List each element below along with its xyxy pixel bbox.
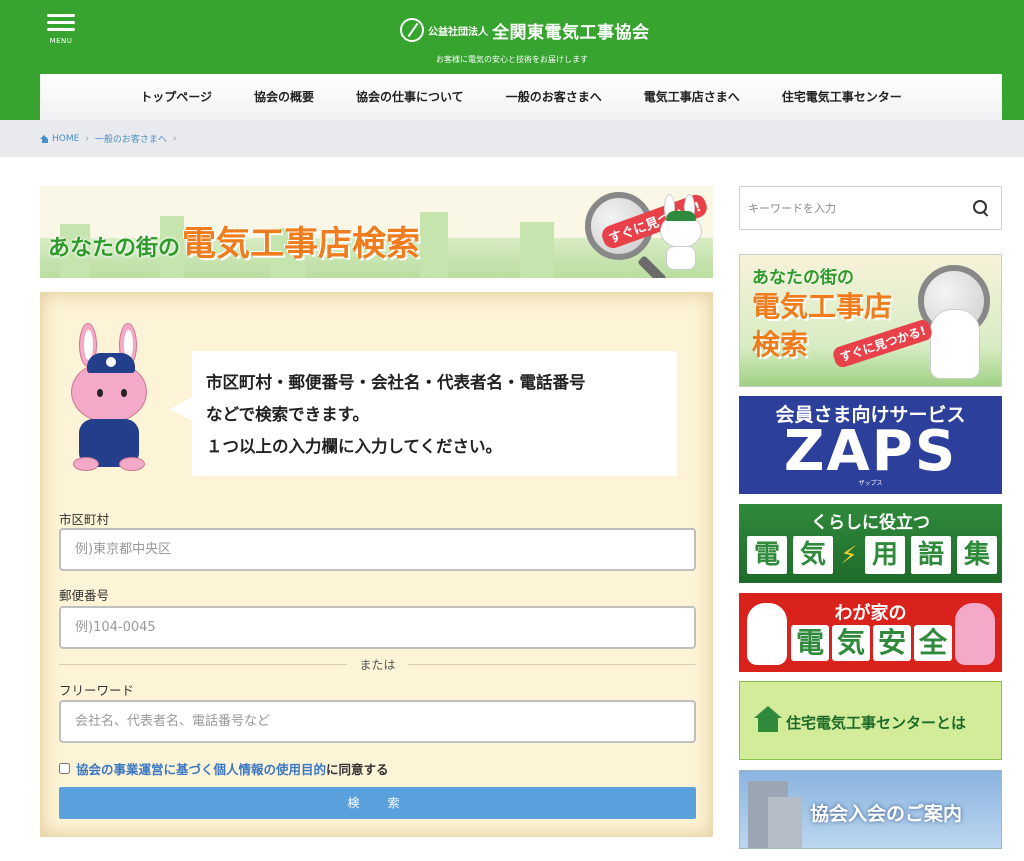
instruction-speech-bubble: 市区町村・郵便番号・会社名・代表者名・電話番号 などで検索できます。 １つ以上の… [170,351,677,476]
or-label-text: または [347,658,408,672]
zip-input[interactable] [59,606,696,649]
site-tagline: お客様に電気の安心と技術をお届けします [436,55,588,64]
sidebar-search-input[interactable] [740,187,960,229]
nav-item-contractors[interactable]: 電気工事店さまへ [623,74,761,120]
global-nav: トップページ 協会の概要 協会の仕事について 一般のお客さまへ 電気工事店さまへ… [40,74,1002,120]
breadcrumb-home[interactable]: HOME [52,134,79,144]
sb3-char: 電 [747,536,787,574]
rabbit-foot [119,457,145,471]
privacy-agreement: 協会の事業運営に基づく個人情報の使用目的 に同意する [59,759,389,778]
sidebar-banner-zaps[interactable]: 会員さま向けサービス ZAPS ザップス [739,396,1002,494]
sidebar-banner-glossary[interactable]: くらしに役立つ 電 気 ⚡ 用 語 集 [739,504,1002,583]
banner-title-small: あなたの街の [48,236,181,261]
search-icon[interactable] [973,200,989,216]
sb1-badge: すぐに見つかる! [831,317,935,370]
rabbit-body [666,246,696,270]
sb4-subtitle: わが家の [834,603,907,624]
hamburger-menu-button[interactable]: MENU [44,8,78,52]
hamburger-icon-bar [47,28,75,31]
sb1-line-3: 検索 [752,328,809,361]
rabbit-eye [121,389,127,397]
sidebar-banner-membership[interactable]: 協会入会のご案内 [739,770,1002,849]
logo-org-name: 全関東電気工事協会 [492,22,650,43]
privacy-agree-checkbox[interactable] [59,763,70,774]
rabbit-mascot-image [652,194,708,270]
sidebar-banner-housing-center[interactable]: 住宅電気工事センターとは [739,681,1002,760]
white-rabbit-image [747,603,787,665]
rabbit-mascot-image [930,309,980,379]
sb2-title: ZAPS [783,419,958,484]
shop-search-banner: あなたの街の 電気工事店検索 すぐに見つかる! [40,186,713,278]
rabbit-cap-badge [106,357,116,367]
sb3-title-blocks: 電 気 ⚡ 用 語 集 [747,536,997,574]
freeword-input[interactable] [59,700,696,743]
instruction-line-1: 市区町村・郵便番号・会社名・代表者名・電話番号 [206,373,586,392]
menu-label: MENU [49,37,73,45]
breadcrumb-current[interactable]: 一般のお客さまへ [95,132,167,145]
sb4-char: 全 [914,625,952,661]
nav-item-top[interactable]: トップページ [119,74,233,120]
logo-org-type: 公益社団法人 [428,26,488,38]
sb6-title: 協会入会のご案内 [810,803,963,825]
sb3-char: 語 [911,536,951,574]
hamburger-icon-bar [47,21,75,24]
breadcrumb-separator: › [172,133,177,144]
nav-item-about[interactable]: 協会の概要 [233,74,335,120]
nav-item-housing-center[interactable]: 住宅電気工事センター [761,74,923,120]
banner-title-big: 電気工事店検索 [182,224,421,264]
logo-mark-icon [400,18,424,42]
sidebar-banner-home-safety[interactable]: わが家の 電 気 安 全 [739,593,1002,672]
instruction-text: 市区町村・郵便番号・会社名・代表者名・電話番号 などで検索できます。 １つ以上の… [206,367,586,463]
banner-building [420,212,448,278]
sb4-title-blocks: 電 気 安 全 [791,625,952,661]
sidebar-search-box [739,186,1002,230]
building-image [768,797,802,848]
sb5-title: 住宅電気工事センターとは [786,714,967,732]
rabbit-foot [73,457,99,471]
or-label: または [41,656,714,673]
home-icon [40,134,49,143]
privacy-agree-text: に同意する [326,762,389,777]
privacy-policy-link[interactable]: 協会の事業運営に基づく個人情報の使用目的 [76,759,326,778]
city-input[interactable] [59,528,696,571]
pink-rabbit-image [955,603,995,665]
banner-title: あなたの街の 電気工事店検索 [48,216,420,265]
sb4-char: 気 [832,625,870,661]
city-label: 市区町村 [59,512,110,527]
sb3-char: 集 [957,536,997,574]
sb1-line-2: 電気工事店 [752,290,893,323]
site-logo[interactable]: 公益社団法人 全関東電気工事協会 [400,16,650,44]
freeword-label: フリーワード [59,683,135,698]
instruction-line-3: １つ以上の入力欄に入力してください。 [206,437,503,456]
breadcrumb: HOME › 一般のお客さまへ › [40,132,183,145]
breadcrumb-separator: › [85,133,89,144]
sidebar-banner-shop-search[interactable]: あなたの街の 電気工事店 検索 すぐに見つかる! [739,254,1002,387]
zip-label: 郵便番号 [59,588,110,603]
nav-item-general[interactable]: 一般のお客さまへ [485,74,623,120]
search-form-panel: 市区町村・郵便番号・会社名・代表者名・電話番号 などで検索できます。 １つ以上の… [40,292,713,837]
sb2-reading: ザップス [858,480,883,487]
sb4-char: 電 [791,625,829,661]
house-icon [754,706,782,734]
nav-item-work[interactable]: 協会の仕事について [335,74,485,120]
bolt-icon: ⚡ [840,541,858,569]
rabbit-cap [666,211,696,221]
search-submit-button[interactable]: 検 索 [59,787,696,819]
pink-rabbit-mascot-image [61,323,161,473]
sb3-char: 気 [793,536,833,574]
sb3-subtitle: くらしに役立つ [811,513,930,533]
banner-building [520,222,554,278]
sb4-char: 安 [873,625,911,661]
sb3-char: 用 [865,536,905,574]
rabbit-eye [97,389,103,397]
instruction-line-2: などで検索できます。 [206,405,370,424]
hamburger-icon [47,14,75,17]
